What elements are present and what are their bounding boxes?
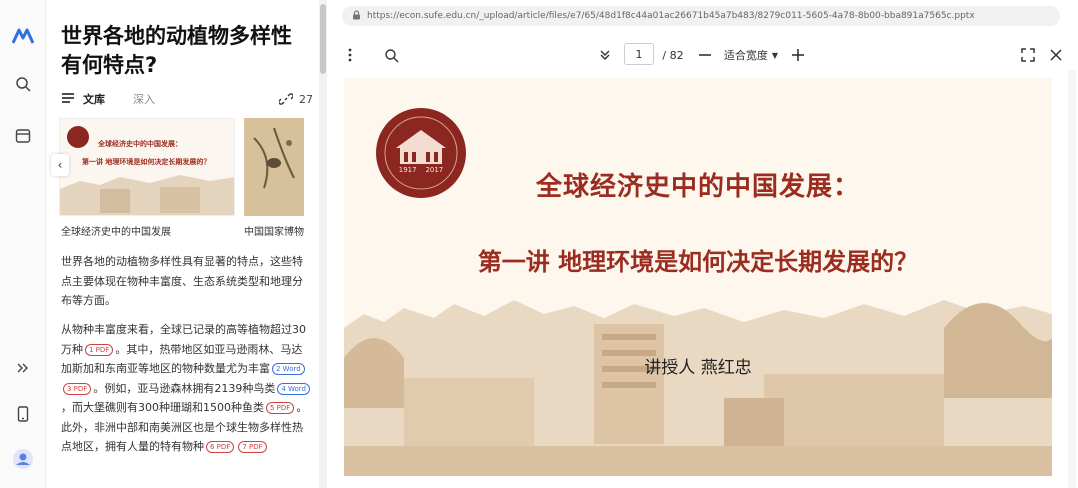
citation-badge[interactable]: 3 PDF — [63, 382, 92, 395]
page-total: / 82 — [662, 48, 684, 62]
zoom-select-label: 适合宽度 — [723, 49, 768, 62]
source-card-1[interactable]: 全球经济史中的中国发展： 第一讲 地理环境是如何决定长期发展的？ — [59, 118, 235, 216]
para2-text-d: ，而大堡礁则有300种珊瑚和1500种鱼类 — [61, 401, 264, 414]
list-icon — [61, 92, 75, 107]
citation-badge[interactable]: 5 PDF — [266, 402, 295, 414]
search-icon[interactable] — [11, 72, 35, 96]
card2-caption[interactable]: 中国国家博物 — [244, 223, 304, 238]
carousel-prev-button[interactable]: ‹ — [51, 154, 69, 176]
citation-badge[interactable]: 6 PDF — [206, 441, 235, 453]
avatar-icon[interactable] — [11, 447, 35, 471]
card1-caption[interactable]: 全球经济史中的中国发展 — [61, 223, 171, 238]
answer-paragraph-2: 从物种丰富度来看，全球已记录的高等植物超过30万种 1 PDF 。其中，热带地区如亚… — [61, 320, 313, 457]
panel-scrollbar[interactable] — [319, 0, 327, 488]
lock-icon — [352, 9, 361, 23]
chevron-left-icon: ‹ — [57, 158, 63, 172]
zoom-in-icon[interactable] — [790, 46, 806, 64]
zoom-select[interactable]: 适合宽度 ▼ — [722, 46, 780, 64]
citation-badge[interactable]: 1 PDF — [85, 343, 114, 356]
answer-paragraph-1: 世界各地的动植物多样性具有显著的特点，这些特点主要体现在物种丰富度、生态系统类型… — [61, 255, 303, 307]
citation-badge[interactable]: 2 Word — [272, 363, 305, 375]
tab-deep[interactable]: 深入 — [133, 91, 155, 107]
citation-badge[interactable]: 7 PDF — [238, 441, 267, 453]
citation-badge[interactable]: 4 Word — [277, 382, 310, 395]
slide-speaker: 讲授人 燕红忠 — [644, 358, 752, 378]
window-icon[interactable] — [11, 124, 35, 148]
mobile-icon[interactable] — [11, 402, 35, 426]
source-cards: 全球经济史中的中国发展： 第一讲 地理环境是如何决定长期发展的？ — [59, 118, 319, 216]
slide-preview: 1917 2017 全球经济史中的中国发展： 第一讲 地理环境是如何决定长期发展… — [344, 78, 1052, 476]
title-line-1: 世界各地的动植物多样性 — [61, 24, 292, 48]
url-text: https://econ.sufe.edu.cn/_upload/article… — [367, 11, 975, 21]
url-bar[interactable]: https://econ.sufe.edu.cn/_upload/article… — [342, 6, 1060, 26]
slide-subtitle: 第一讲 地理环境是如何决定长期发展的？ — [477, 248, 919, 276]
left-rail — [0, 0, 46, 488]
source-card-2[interactable] — [244, 118, 304, 216]
card1-thumb-line-2: 第一讲 地理环境是如何决定长期发展的？ — [82, 158, 211, 166]
links-count[interactable]: 27 — [279, 92, 313, 106]
card1-thumb-line-1: 全球经济史中的中国发展： — [98, 140, 182, 148]
viewer-toolbar: 1 / 82 适合宽度 ▼ — [328, 40, 1078, 70]
bottom-fade — [47, 458, 319, 488]
para2-text-c: 。例如，亚马逊森林拥有2139种鸟类 — [93, 381, 276, 395]
expand-icon[interactable] — [11, 356, 35, 380]
zoom-search-icon[interactable] — [382, 46, 400, 64]
more-vertical-icon[interactable] — [342, 46, 358, 64]
answer-panel: 世界各地的动植物多样性 有何特点? 文库 深入 27 全球经济史中的中国发展： … — [47, 0, 319, 488]
slide-title: 全球经济史中的中国发展： — [535, 172, 860, 202]
zoom-out-icon[interactable] — [698, 46, 712, 64]
viewer-scrollbar[interactable] — [1068, 70, 1076, 488]
link-icon — [279, 93, 293, 105]
page-number-input[interactable]: 1 — [624, 43, 654, 65]
painting-thumbnail — [244, 118, 304, 216]
fullscreen-icon[interactable] — [1020, 46, 1036, 64]
brand-logo-icon[interactable] — [11, 24, 35, 48]
title-line-2: 有何特点? — [61, 53, 158, 77]
document-viewer: https://econ.sufe.edu.cn/_upload/article… — [328, 0, 1078, 488]
source-tabs: 文库 深入 27 — [61, 89, 313, 109]
tab-library[interactable]: 文库 — [83, 91, 105, 107]
scrollbar-thumb[interactable] — [320, 4, 326, 74]
double-chevron-down-icon[interactable] — [596, 46, 614, 64]
caret-down-icon: ▼ — [771, 50, 779, 60]
link-count-value: 27 — [299, 92, 313, 106]
page-title: 世界各地的动植物多样性 有何特点? — [61, 22, 311, 80]
card1-thumbnail — [60, 119, 234, 215]
close-icon[interactable] — [1048, 46, 1064, 64]
